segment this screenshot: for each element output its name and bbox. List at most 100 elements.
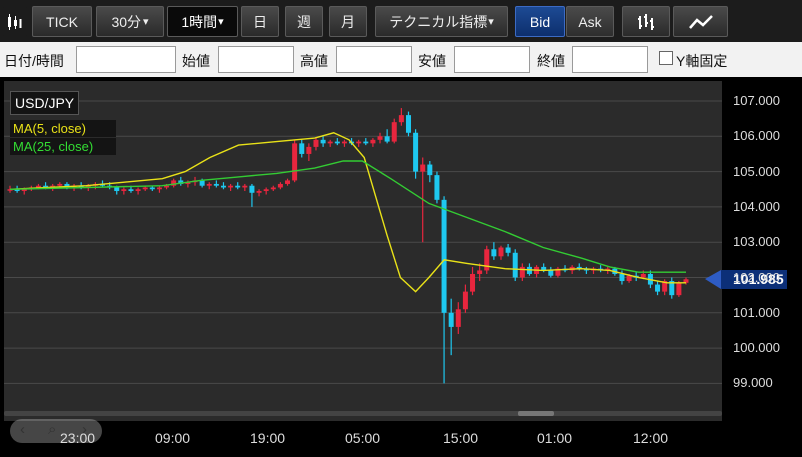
x-tick-label: 15:00 [443,430,479,446]
candle-body [121,189,127,192]
technical-indicator-dropdown[interactable]: テクニカル指標 ▾ [375,6,508,37]
candle-body [249,185,255,193]
tick-button[interactable]: TICK [32,6,92,37]
interval-1hour-label: 1時間 [181,13,218,30]
candle-body [384,136,390,142]
bar-chart-icon [638,13,654,30]
chart-type-button[interactable] [2,6,28,37]
y-tick-label: 106.000 [733,128,780,144]
candle-body [512,252,518,278]
x-tick-label: 12:00 [633,430,669,446]
line-chart-button[interactable] [673,6,728,37]
y-tick-label: 99.000 [733,375,773,391]
high-field [336,46,412,73]
datetime-label: 日付/時間 [4,53,64,69]
chart-svg [4,100,722,384]
candle-body [455,309,461,327]
candle-body [213,183,219,186]
low-label: 安値 [418,53,446,69]
technical-indicator-label: テクニカル指標 [389,13,488,30]
candle-body [676,282,682,296]
ask-button[interactable]: Ask [566,6,614,37]
chart-scrollbar[interactable] [4,411,722,416]
candle-body [398,115,404,123]
candle-body [519,266,525,278]
candle-body [128,189,134,192]
candle-body [491,249,497,257]
candle-body [363,141,369,144]
candle-body [270,187,276,190]
tick-label: TICK [46,13,78,30]
candle-body [448,312,454,327]
candle-body [462,291,468,310]
x-tick-label: 05:00 [345,430,381,446]
candle-body [548,270,554,276]
candle-body [292,143,298,181]
candle-body [135,189,141,192]
y-tick-label: 107.000 [733,93,780,108]
month-label: 月 [341,13,355,30]
candle-body [327,141,333,144]
y-tick-label: 104.000 [733,198,780,214]
y-tick-label: 101.000 [733,304,780,320]
candle-body [149,187,155,190]
x-tick-label: 19:00 [250,430,286,446]
candle-body [391,122,397,142]
candle-body [441,199,447,313]
chevron-down-icon: ▾ [218,16,224,28]
candle-body [242,185,248,188]
ma5-line [9,132,686,293]
x-tick-label: 01:00 [537,430,573,446]
month-button[interactable]: 月 [329,6,367,37]
candle-body [285,180,291,184]
candle-body [505,247,511,253]
open-label: 始値 [182,53,210,69]
candle-body [470,273,476,292]
candle-body [420,164,426,172]
candle-body [626,275,632,282]
close-label: 終値 [537,53,565,69]
x-tick-label: 23:00 [60,430,96,446]
candle-body [341,141,347,144]
candle-body [334,141,340,144]
candle-body [299,143,305,154]
day-label: 日 [253,13,267,30]
candle-body [655,284,661,292]
day-button[interactable]: 日 [241,6,279,37]
datetime-field [76,46,176,73]
interval-30min-dropdown[interactable]: 30分 ▾ [96,6,164,37]
ask-label: Ask [578,13,602,30]
chart-area[interactable]: USD/JPY MA(5, close) MA(25, close) [0,77,802,457]
yaxis-fixed-checkbox[interactable] [659,51,673,65]
ma25-legend: MA(25, close) [10,138,116,155]
candle-body [434,175,440,200]
bid-button[interactable]: Bid [515,6,565,37]
candle-body [356,141,362,144]
scrollbar-thumb[interactable] [518,411,554,416]
candle-body [206,183,212,186]
arrow-left-icon [705,270,721,289]
candle-body [370,139,376,144]
candle-body [199,180,205,186]
magnifier-icon[interactable]: ⌕ [48,421,56,438]
interval-1hour-dropdown[interactable]: 1時間 ▾ [167,6,238,37]
open-field [218,46,294,73]
y-tick-label: 102.000 [733,269,780,285]
candle-body [484,249,490,271]
interval-30min-label: 30分 [111,13,142,30]
x-tick-label: 09:00 [155,430,191,446]
bar-chart-button[interactable] [622,6,670,37]
candle-body [640,273,646,278]
yaxis-fixed-label: Y軸固定 [676,53,728,69]
close-field [572,46,648,73]
scroll-left-icon[interactable]: ‹ [20,421,25,438]
line-chart-icon [688,14,713,29]
candle-body [320,139,326,144]
week-button[interactable]: 週 [285,6,323,37]
toolbar: TICK 30分 ▾ 1時間 ▾ 日 週 月 テクニカル指標 ▾ Bid Ask [0,0,802,42]
candle-body [498,247,504,257]
symbol-label: USD/JPY [10,91,80,115]
candle-body [114,187,120,192]
low-field [454,46,530,73]
bid-label: Bid [529,13,551,30]
